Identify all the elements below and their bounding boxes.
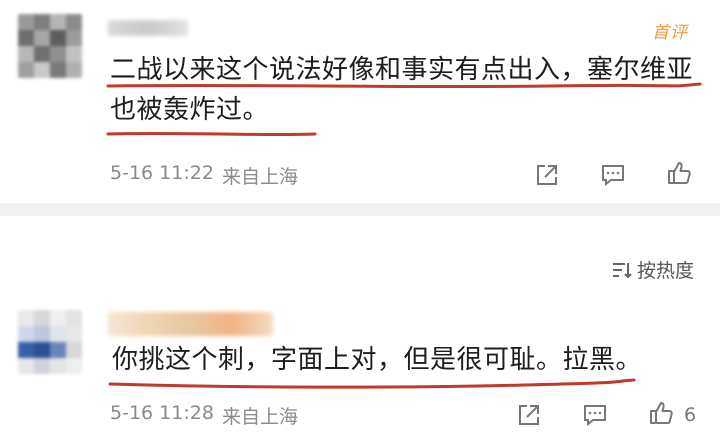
username-blurred[interactable] bbox=[108, 312, 273, 336]
share-icon[interactable] bbox=[534, 162, 560, 188]
like-icon[interactable] bbox=[666, 160, 692, 186]
like-count: 6 bbox=[684, 404, 697, 426]
comment-location: 来自上海 bbox=[222, 166, 299, 188]
sort-icon bbox=[612, 262, 632, 278]
comment-time: 5-16 11:28 bbox=[110, 402, 214, 424]
first-comment-badge: 首评 bbox=[652, 23, 688, 43]
share-icon[interactable] bbox=[516, 402, 542, 428]
username-blurred[interactable] bbox=[108, 20, 188, 36]
sort-by-hot-button[interactable]: 按热度 bbox=[611, 256, 694, 283]
avatar[interactable] bbox=[18, 310, 82, 374]
sort-label: 按热度 bbox=[636, 260, 694, 282]
handwritten-underline bbox=[108, 378, 636, 389]
comment-icon[interactable] bbox=[582, 402, 608, 428]
comment-time: 5-16 11:22 bbox=[110, 162, 214, 184]
section-divider bbox=[0, 203, 720, 216]
handwritten-underline bbox=[106, 82, 702, 137]
comment-icon[interactable] bbox=[600, 162, 626, 188]
comment-location: 来自上海 bbox=[222, 406, 299, 428]
like-icon[interactable] bbox=[648, 400, 674, 426]
avatar[interactable] bbox=[18, 14, 82, 78]
